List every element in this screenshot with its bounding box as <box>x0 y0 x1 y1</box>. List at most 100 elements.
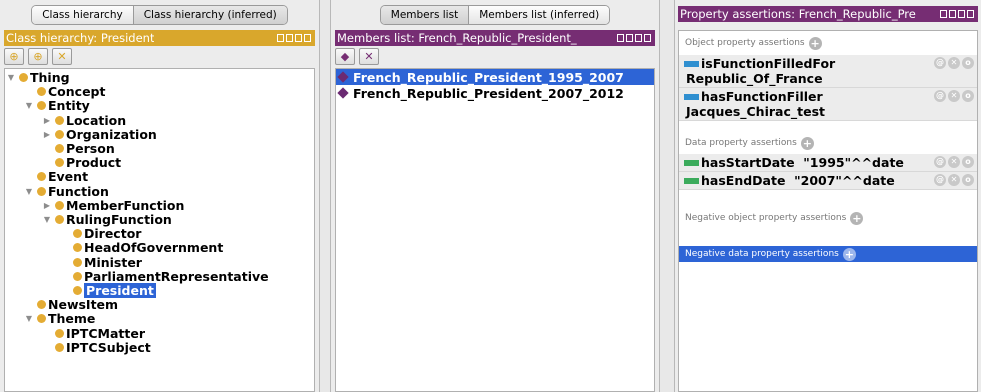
class-icon <box>37 87 46 97</box>
delete-icon[interactable]: ✕ <box>948 90 960 102</box>
object-assertion-row[interactable]: isFunctionFilledFor Republic_Of_France @… <box>679 55 977 88</box>
member-item[interactable]: French_Republic_President_2007_2012 <box>336 85 654 101</box>
tree-item-entity[interactable]: ▼ Entity <box>23 98 90 113</box>
tab-members-list-inferred[interactable]: Members list (inferred) <box>469 6 610 24</box>
tree-item-memberfunction[interactable]: ▶ MemberFunction <box>41 198 184 213</box>
tree-item-label: Product <box>66 155 122 171</box>
edit-icon[interactable]: o <box>962 90 974 102</box>
tab-class-hierarchy-inferred[interactable]: Class hierarchy (inferred) <box>133 6 287 24</box>
annotate-icon[interactable]: @ <box>934 174 946 186</box>
object-assertion-row[interactable]: hasFunctionFiller Jacques_Chirac_test @ … <box>679 88 977 121</box>
data-property-icon <box>684 177 699 184</box>
class-icon <box>73 271 82 281</box>
class-icon <box>37 314 46 324</box>
minimize-view-icon[interactable] <box>949 10 956 18</box>
maximize-view-icon[interactable] <box>958 10 965 18</box>
tab-members-list[interactable]: Members list <box>380 6 470 24</box>
tree-item-concept[interactable]: Concept <box>23 84 105 99</box>
class-icon <box>37 300 46 310</box>
delete-icon[interactable]: ✕ <box>948 57 960 69</box>
expanded-toggle-icon[interactable]: ▼ <box>23 314 35 323</box>
class-icon <box>55 215 64 224</box>
tree-item-parliamentrepresentative[interactable]: ParliamentRepresentative <box>59 269 269 284</box>
close-view-icon[interactable] <box>304 34 311 42</box>
tree-item-label: Thing <box>30 70 70 85</box>
tree-item-director[interactable]: Director <box>59 226 141 241</box>
tree-item-iptcsubject[interactable]: IPTCSubject <box>41 340 151 355</box>
edit-icon[interactable]: o <box>962 57 974 69</box>
add-sibling-icon[interactable]: ⊕ <box>28 47 48 65</box>
add-negative-object-assertion-icon[interactable]: + <box>850 211 864 225</box>
edit-icon[interactable]: o <box>962 156 974 168</box>
tree-item-event[interactable]: Event <box>23 169 88 184</box>
data-property-icon <box>684 159 699 166</box>
members-list-title: Members list: French_Republic_President_ <box>337 31 577 45</box>
tree-item-label: Organization <box>66 126 157 142</box>
tree-item-thing[interactable]: ▼ Thing <box>5 70 70 85</box>
tree-item-label: Entity <box>48 98 90 114</box>
tree-item-organization[interactable]: ▶ Organization <box>41 127 157 142</box>
maximize-view-icon[interactable] <box>295 34 302 42</box>
tab-class-hierarchy[interactable]: Class hierarchy <box>32 6 134 24</box>
tree-item-rulingfunction[interactable]: ▼ RulingFunction <box>41 212 172 227</box>
property-assertions-header: Property assertions: French_Republic_Pre <box>678 6 978 22</box>
tree-item-product[interactable]: Product <box>41 155 121 170</box>
tree-item-function[interactable]: ▼ Function <box>23 184 109 199</box>
tree-item-iptcmatter[interactable]: IPTCMatter <box>41 326 145 341</box>
edit-icon[interactable]: o <box>962 174 974 186</box>
tree-item-theme[interactable]: ▼ Theme <box>23 311 95 326</box>
assertion-text: hasStartDate "1995"^^date <box>701 155 904 170</box>
expanded-toggle-icon[interactable]: ▼ <box>41 215 53 224</box>
assertion-text: hasEndDate "2007"^^date <box>701 173 895 188</box>
assertion-property: hasFunctionFiller <box>701 89 823 104</box>
class-icon <box>55 158 64 168</box>
tree-item-label: NewsItem <box>48 297 119 313</box>
tree-item-minister[interactable]: Minister <box>59 255 142 270</box>
annotate-icon[interactable]: @ <box>934 57 946 69</box>
class-icon <box>73 229 82 239</box>
tree-item-label: RulingFunction <box>66 212 172 227</box>
object-property-icon <box>684 93 699 100</box>
class-icon <box>73 257 82 267</box>
delete-icon[interactable]: ✕ <box>948 174 960 186</box>
close-view-icon[interactable] <box>967 10 974 18</box>
expanded-toggle-icon[interactable]: ▼ <box>23 187 35 196</box>
add-subclass-icon[interactable]: ⊕ <box>4 47 24 65</box>
data-assertion-row[interactable]: hasEndDate "2007"^^date @ ✕ o <box>679 172 977 190</box>
negative-data-section-label[interactable]: Negative data property assertions + <box>679 246 977 262</box>
close-view-icon[interactable] <box>644 34 651 42</box>
maximize-view-icon[interactable] <box>635 34 642 42</box>
expanded-toggle-icon[interactable]: ▼ <box>5 73 17 82</box>
negative-data-label-text: Negative data property assertions <box>685 249 839 259</box>
delete-class-icon[interactable]: ✕ <box>52 47 72 65</box>
collapsed-toggle-icon[interactable]: ▶ <box>41 130 53 139</box>
delete-individual-icon[interactable]: ✕ <box>359 47 379 65</box>
minimize-view-icon[interactable] <box>286 34 293 42</box>
collapsed-toggle-icon[interactable]: ▶ <box>41 116 53 125</box>
collapsed-toggle-icon[interactable]: ▶ <box>41 201 53 210</box>
annotate-icon[interactable]: @ <box>934 156 946 168</box>
delete-icon[interactable]: ✕ <box>948 156 960 168</box>
tree-item-location[interactable]: ▶ Location <box>41 113 126 128</box>
add-object-assertion-icon[interactable]: + <box>808 36 822 50</box>
class-icon <box>55 144 64 153</box>
expanded-toggle-icon[interactable]: ▼ <box>23 101 35 110</box>
add-data-assertion-icon[interactable]: + <box>800 136 814 150</box>
member-item[interactable]: French_Republic_President_1995_2007 <box>336 69 654 85</box>
annotate-icon[interactable]: @ <box>934 90 946 102</box>
tree-item-president[interactable]: President <box>59 283 156 298</box>
tree-item-headofgovernment[interactable]: HeadOfGovernment <box>59 240 223 255</box>
data-assertion-row[interactable]: hasStartDate "1995"^^date @ ✕ o <box>679 154 977 172</box>
property-assertions-title: Property assertions: French_Republic_Pre <box>680 7 916 21</box>
tree-item-person[interactable]: Person <box>41 141 115 156</box>
add-negative-data-assertion-icon[interactable]: + <box>842 247 856 261</box>
minimize-view-icon[interactable] <box>626 34 633 42</box>
view-options-icon[interactable] <box>617 34 624 42</box>
tree-item-label: Director <box>84 226 142 242</box>
members-list-header: Members list: French_Republic_President_ <box>335 30 655 46</box>
add-individual-icon[interactable]: ◆ <box>335 47 355 65</box>
view-options-icon[interactable] <box>940 10 947 18</box>
tree-item-newsitem[interactable]: NewsItem <box>23 297 118 312</box>
view-options-icon[interactable] <box>277 34 284 42</box>
tree-item-label: Event <box>48 169 89 185</box>
